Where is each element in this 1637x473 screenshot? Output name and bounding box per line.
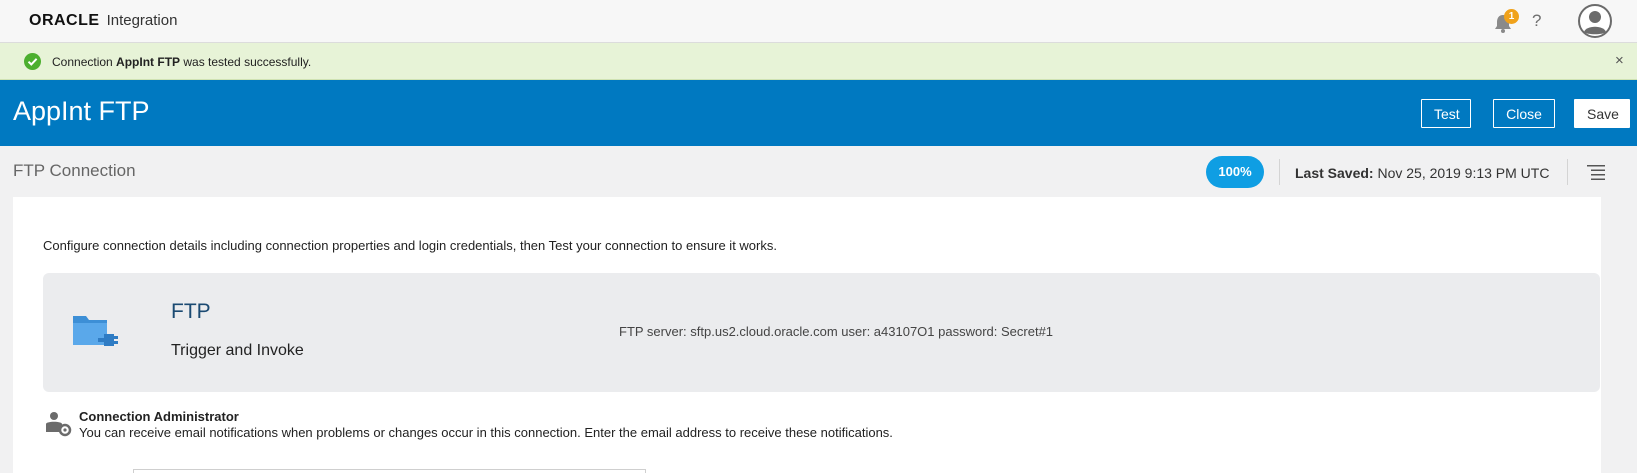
divider [1567, 159, 1568, 185]
brand[interactable]: ORACLE Integration [29, 12, 177, 30]
last-saved: Last Saved: Nov 25, 2019 9:13 PM UTC [1295, 165, 1549, 181]
banner-close-icon[interactable]: × [1615, 52, 1624, 69]
top-header: ORACLE Integration 1 ? [0, 0, 1637, 43]
intro-text: Configure connection details including c… [43, 238, 777, 253]
main-panel: Configure connection details including c… [13, 197, 1601, 473]
last-saved-value: Nov 25, 2019 9:13 PM UTC [1373, 165, 1550, 181]
connection-administrator-heading: Connection Administrator [79, 409, 239, 424]
oracle-logo: ORACLE [29, 12, 100, 29]
success-check-icon [24, 53, 41, 70]
connection-administrator-description: You can receive email notifications when… [79, 425, 893, 440]
banner-prefix: Connection [52, 55, 117, 69]
admin-settings-icon [46, 412, 72, 437]
title-bar: AppInt FTP Test Close Save [0, 80, 1637, 146]
menu-icon[interactable] [1587, 164, 1605, 180]
user-avatar-icon[interactable] [1578, 4, 1612, 38]
notification-count-badge: 1 [1504, 9, 1519, 24]
adapter-role: Trigger and Invoke [171, 342, 304, 359]
ftp-adapter-icon [73, 316, 118, 346]
completion-percent-badge[interactable]: 100% [1206, 156, 1264, 188]
success-banner: Connection AppInt FTP was tested success… [0, 43, 1637, 80]
sub-header: FTP Connection 100% Last Saved: Nov 25, … [0, 146, 1637, 196]
test-button[interactable]: Test [1421, 99, 1471, 128]
adapter-name: FTP [171, 300, 211, 323]
close-button[interactable]: Close [1493, 99, 1555, 128]
connection-type-title: FTP Connection [13, 161, 136, 180]
banner-message: Connection AppInt FTP was tested success… [52, 55, 311, 69]
banner-suffix: was tested successfully. [180, 55, 312, 69]
product-name: Integration [106, 12, 178, 29]
help-icon[interactable]: ? [1532, 11, 1541, 31]
last-saved-label: Last Saved: [1295, 165, 1374, 181]
banner-connection-name: AppInt FTP [116, 55, 181, 69]
adapter-card: FTP Trigger and Invoke FTP server: sftp.… [43, 273, 1600, 392]
divider [1279, 159, 1280, 185]
email-field[interactable] [133, 469, 646, 473]
connection-description: FTP server: sftp.us2.cloud.oracle.com us… [619, 324, 1054, 339]
save-button[interactable]: Save [1574, 99, 1630, 128]
page-title: AppInt FTP [13, 96, 150, 126]
